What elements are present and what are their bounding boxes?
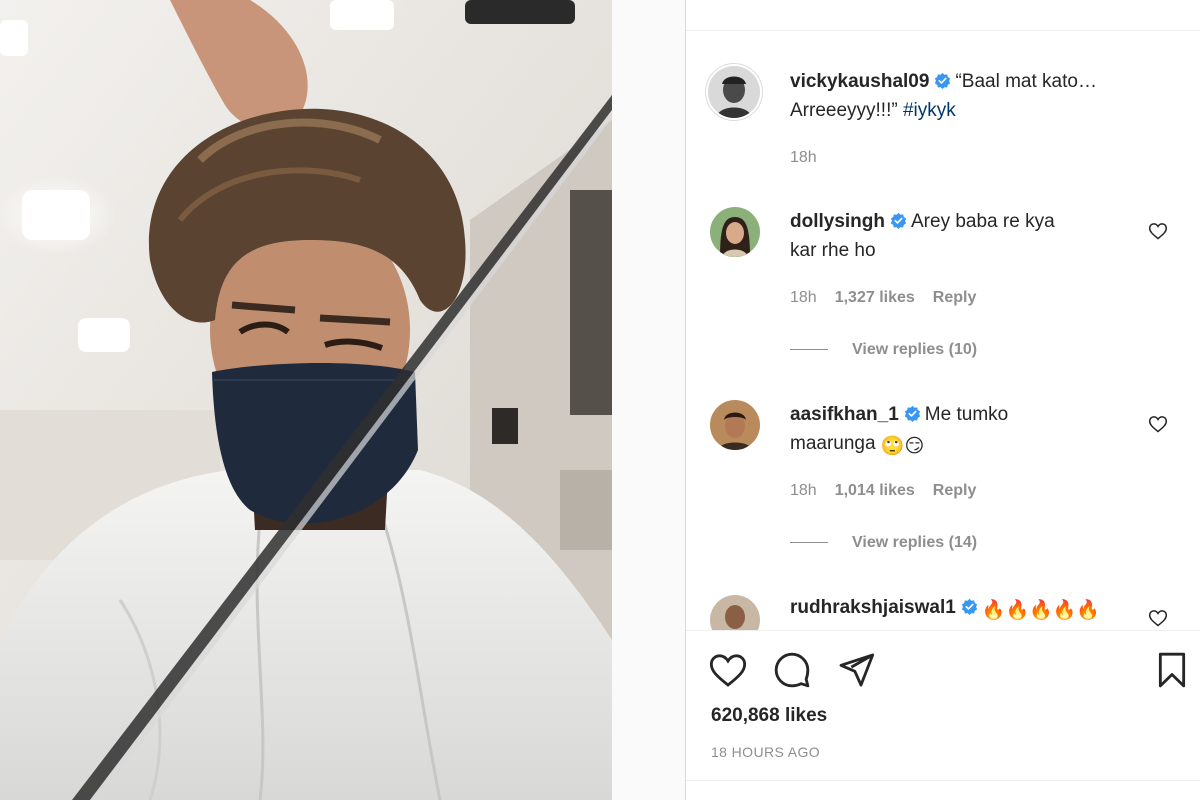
comment-text: kar rhe ho	[790, 240, 876, 261]
comment-username[interactable]: rudhrakshjaiswal1	[790, 597, 956, 618]
comment-timestamp[interactable]: 18h	[790, 289, 817, 306]
instagram-post-view: vickykaushal09 “Baal mat kato… Arreeeyyy!…	[0, 0, 1200, 800]
view-replies-label: View replies (10)	[852, 341, 978, 358]
comment-line-1: dollysingh Arey baba re kya	[790, 208, 1055, 236]
comment-like-heart-icon[interactable]	[1148, 414, 1168, 434]
comment-avatar-image	[710, 400, 760, 450]
comment-avatar[interactable]	[710, 207, 760, 257]
verified-badge-icon	[961, 598, 977, 615]
comment-avatar-image	[710, 595, 760, 630]
view-replies-button[interactable]: View replies (14)	[790, 534, 977, 552]
comment-line-2: maarunga 🙄😏	[790, 430, 924, 461]
view-replies-button[interactable]: View replies (10)	[790, 341, 977, 359]
bookmark-icon[interactable]	[1152, 650, 1192, 690]
comment-text: Me tumko	[924, 404, 1009, 425]
comment-likes-count[interactable]: 1,014 likes	[835, 482, 915, 499]
comment-clip: rudhrakshjaiswal1 🔥🔥🔥🔥🔥	[686, 590, 1200, 630]
caption-line-1: vickykaushal09 “Baal mat kato…	[790, 68, 1097, 96]
comment-timestamp[interactable]: 18h	[790, 482, 817, 499]
verified-badge-icon	[935, 72, 951, 89]
caption-text-2: Arreeeyyy!!!”	[790, 100, 903, 121]
comment-like-heart-icon[interactable]	[1148, 221, 1168, 241]
actions-divider	[686, 630, 1200, 631]
comment-avatar[interactable]	[710, 595, 760, 630]
comments-panel: vickykaushal09 “Baal mat kato… Arreeeyyy!…	[686, 0, 1200, 800]
caption-line-2: Arreeeyyy!!!” #iykyk	[790, 97, 956, 125]
comment-line-1: aasifkhan_1 Me tumko	[790, 401, 1008, 429]
comment-line-2: kar rhe ho	[790, 237, 876, 265]
caption-hashtag-link[interactable]: #iykyk	[903, 100, 956, 121]
comment-like-heart-icon[interactable]	[1148, 608, 1168, 628]
reply-button[interactable]: Reply	[933, 482, 977, 499]
comment-emojis: 🔥🔥🔥🔥🔥	[981, 600, 1101, 621]
author-avatar-image	[708, 66, 760, 118]
replies-dash	[790, 542, 828, 544]
author-avatar[interactable]	[708, 66, 760, 118]
post-likes-count[interactable]: 620,868 likes	[711, 705, 827, 727]
verified-badge-icon	[904, 405, 920, 422]
bottom-divider	[686, 780, 1200, 781]
verified-badge-icon	[890, 212, 907, 229]
comment-username[interactable]: aasifkhan_1	[790, 404, 899, 425]
post-time-ago[interactable]: 18 HOURS AGO	[711, 744, 820, 760]
comment-likes-count[interactable]: 1,327 likes	[835, 289, 915, 306]
comment-meta: 18h 1,327 likes Reply	[790, 289, 994, 307]
author-username[interactable]: vickykaushal09	[790, 71, 929, 92]
photo-illustration	[0, 0, 612, 800]
comment-avatar[interactable]	[710, 400, 760, 450]
replies-dash	[790, 349, 828, 351]
caption-text-1: “Baal mat kato…	[955, 71, 1097, 92]
heart-icon[interactable]	[708, 650, 748, 690]
comment-text: maarunga	[790, 433, 876, 454]
comment-text: Arey baba re kya	[911, 211, 1055, 232]
comment-icon[interactable]	[772, 650, 812, 690]
caption-timestamp[interactable]: 18h	[790, 149, 817, 166]
comment-meta: 18h 1,014 likes Reply	[790, 482, 994, 500]
post-photo[interactable]	[0, 0, 612, 800]
comment-username[interactable]: dollysingh	[790, 211, 885, 232]
comment-avatar-image	[710, 207, 760, 257]
caption-meta: 18h	[790, 149, 835, 167]
reply-button[interactable]: Reply	[933, 289, 977, 306]
comment-line-1: rudhrakshjaiswal1 🔥🔥🔥🔥🔥	[790, 594, 1100, 625]
top-divider	[686, 30, 1200, 31]
paper-plane-icon[interactable]	[836, 650, 876, 690]
panel-divider	[612, 0, 686, 800]
view-replies-label: View replies (14)	[852, 534, 978, 551]
comment-emojis: 🙄😏	[880, 436, 925, 457]
